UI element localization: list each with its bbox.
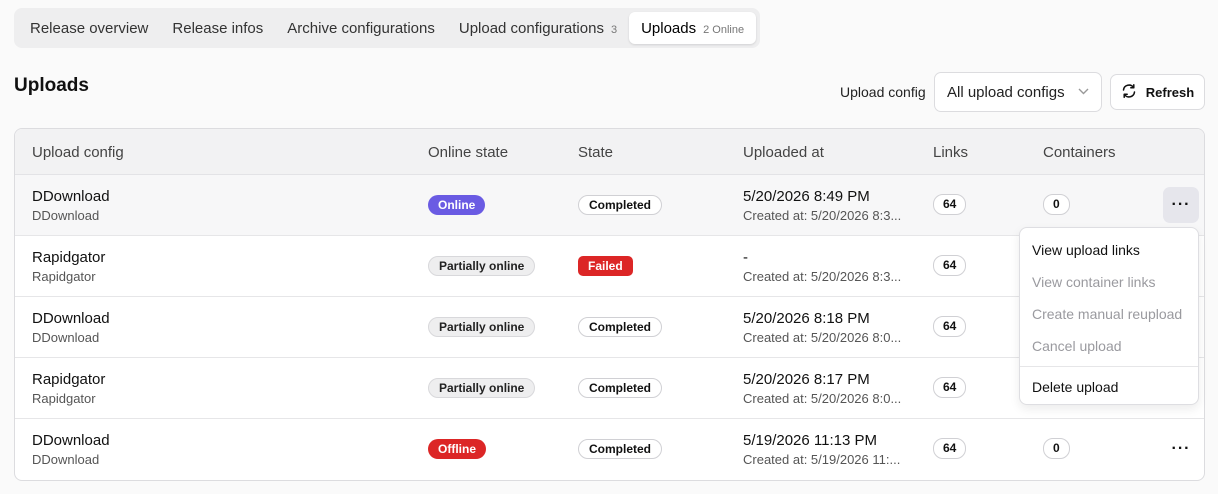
online-state-badge: Partially online [428, 256, 536, 276]
tab-label: Archive configurations [287, 19, 435, 37]
state-badge: Completed [578, 439, 663, 459]
state-badge: Failed [578, 256, 633, 276]
row-actions-button[interactable]: ··· [1163, 187, 1199, 223]
containers-count: 0 [1043, 438, 1070, 459]
state-badge: Completed [578, 378, 663, 398]
links-count: 64 [933, 438, 967, 459]
column-header: Upload config [32, 144, 124, 161]
created-at: Created at: 5/19/2026 11:... [743, 452, 901, 467]
tab-label: Uploads [641, 19, 697, 37]
upload-config-type: Rapidgator [32, 391, 96, 406]
table-header: Upload config Online state State Uploade… [15, 129, 1204, 175]
tab-label: Upload configurations [458, 19, 604, 37]
links-count: 64 [933, 255, 967, 276]
column-header: Containers [1043, 144, 1116, 161]
menu-item-cancel-upload: Cancel upload [1032, 338, 1122, 354]
links-count: 64 [933, 316, 967, 337]
upload-config-name: Rapidgator [32, 371, 106, 388]
state-badge: Completed [578, 195, 663, 215]
column-header: Online state [428, 144, 509, 161]
select-value: All upload configs [947, 83, 1065, 101]
table-row[interactable]: DDownload DDownload Offline Completed 5/… [15, 419, 1204, 480]
upload-config-name: DDownload [32, 310, 110, 327]
tab-upload-configurations[interactable]: Upload configurations 3 [447, 12, 629, 44]
page-title: Uploads [14, 75, 89, 96]
links-count: 64 [933, 377, 967, 398]
tab-uploads[interactable]: Uploads 2 Online [629, 12, 757, 44]
upload-config-type: Rapidgator [32, 269, 96, 284]
menu-divider [1020, 366, 1198, 367]
column-header: Uploaded at [743, 144, 824, 161]
created-at: Created at: 5/20/2026 8:0... [743, 330, 902, 345]
tab-bar: Release overview Release infos Archive c… [14, 8, 761, 48]
refresh-icon [1121, 83, 1146, 102]
upload-config-type: DDownload [32, 208, 100, 223]
menu-item-view-container-links: View container links [1032, 274, 1156, 290]
column-header: State [578, 144, 614, 161]
links-count: 64 [933, 194, 967, 215]
menu-item-view-upload-links[interactable]: View upload links [1020, 234, 1198, 266]
online-state-badge: Partially online [428, 378, 536, 398]
menu-item-create-manual-reupload: Create manual reupload [1032, 306, 1183, 322]
row-actions-button[interactable]: ··· [1163, 431, 1199, 467]
created-at: Created at: 5/20/2026 8:3... [743, 208, 902, 223]
tab-release-infos[interactable]: Release infos [160, 12, 275, 44]
online-state-badge: Online [428, 195, 486, 215]
upload-config-filter-label: Upload config [840, 84, 926, 100]
containers-count: 0 [1043, 194, 1070, 215]
menu-item-delete-upload[interactable]: Delete upload [1020, 371, 1198, 403]
tab-label: Release infos [172, 19, 264, 37]
tab-count-badge: 2 Online [703, 24, 745, 36]
refresh-button[interactable]: Refresh [1110, 74, 1205, 110]
created-at: Created at: 5/20/2026 8:0... [743, 391, 902, 406]
online-state-badge: Partially online [428, 317, 536, 337]
upload-config-type: DDownload [32, 330, 100, 345]
upload-config-name: Rapidgator [32, 249, 106, 266]
uploaded-at: - [743, 249, 748, 266]
online-state-badge: Offline [428, 439, 486, 459]
upload-config-name: DDownload [32, 432, 110, 449]
state-badge: Completed [578, 317, 663, 337]
uploaded-at: 5/20/2026 8:17 PM [743, 371, 870, 388]
upload-config-select[interactable]: All upload configs [934, 72, 1102, 112]
more-icon: ··· [1171, 196, 1191, 213]
tab-release-overview[interactable]: Release overview [18, 12, 160, 44]
refresh-label: Refresh [1145, 84, 1195, 100]
upload-config-name: DDownload [32, 188, 110, 205]
tab-label: Release overview [30, 19, 149, 37]
uploaded-at: 5/20/2026 8:18 PM [743, 310, 870, 327]
upload-config-type: DDownload [32, 452, 100, 467]
chevron-down-icon [1078, 86, 1089, 98]
created-at: Created at: 5/20/2026 8:3... [743, 269, 902, 284]
tab-count-badge: 3 [610, 24, 618, 36]
uploaded-at: 5/20/2026 8:49 PM [743, 188, 870, 205]
uploaded-at: 5/19/2026 11:13 PM [743, 432, 877, 449]
tab-archive-configurations[interactable]: Archive configurations [275, 12, 447, 44]
row-actions-menu: View upload links View container links C… [1019, 227, 1199, 405]
more-icon: ··· [1171, 440, 1191, 457]
column-header: Links [933, 144, 969, 161]
